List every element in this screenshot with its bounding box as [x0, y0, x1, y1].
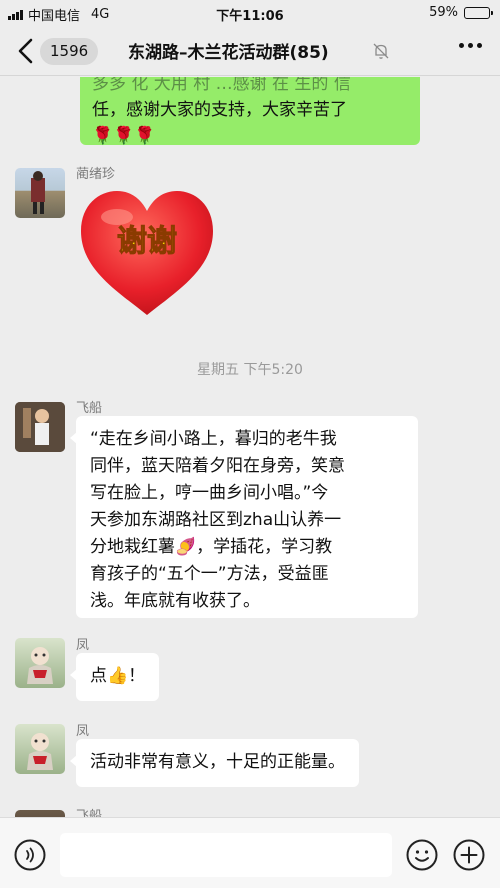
avatar-feichuan[interactable] [15, 810, 65, 817]
unread-count-badge[interactable]: 1596 [40, 38, 99, 65]
message-bubble[interactable]: “走在乡间小路上，暮归的老牛我 同伴，蓝天陪着夕阳在身旁，笑意 写在脸上，哼一曲… [70, 416, 418, 618]
message-line: “走在乡间小路上，暮归的老牛我 [90, 429, 337, 449]
more-options-button[interactable] [459, 43, 482, 48]
mute-bell-icon [373, 43, 389, 59]
clock: 下午11:06 [216, 9, 284, 24]
message-bubble[interactable]: 活动非常有意义，十足的正能量。 [70, 739, 359, 787]
thanks-heart-sticker[interactable]: 谢谢 [77, 187, 217, 319]
message-line: 分地栽红薯🍠，学插花，学习教 [90, 537, 333, 557]
message-list[interactable]: 多多 化 大用 村 …感谢 在 生的 信 任，感谢大家的支持，大家辛苦了 🌹🌹🌹… [0, 77, 500, 817]
emoji-icon[interactable] [406, 839, 438, 871]
input-bar [0, 817, 500, 888]
rose-emojis: 🌹🌹🌹 [92, 126, 156, 145]
avatar-feichuan[interactable] [15, 402, 65, 452]
chat-title: 东湖路–木兰花活动群(85) [128, 43, 329, 63]
sender-name: 凤 [76, 724, 90, 739]
avatar-lin[interactable] [15, 168, 65, 218]
avatar-feng[interactable] [15, 638, 65, 688]
voice-icon[interactable] [14, 839, 46, 871]
message-line: 浅。年底就有收获了。 [90, 591, 260, 611]
sticker-text: 谢谢 [117, 224, 177, 259]
message-line: 天参加东湖路社区到zha山认养一 [90, 510, 342, 530]
outgoing-message-bubble[interactable]: 多多 化 大用 村 …感谢 在 生的 信 任，感谢大家的支持，大家辛苦了 🌹🌹🌹 [80, 77, 420, 145]
status-bar: 中国电信 4G 下午11:06 59% [0, 0, 500, 26]
sender-name: 凤 [76, 638, 90, 653]
time-divider: 星期五 下午5:20 [197, 362, 303, 378]
chat-header: 1596 东湖路–木兰花活动群(85) [0, 26, 500, 76]
sender-name: 飞船 [76, 809, 103, 817]
back-arrow-icon[interactable] [14, 38, 38, 64]
message-bubble[interactable]: 点👍！ [69, 653, 160, 701]
battery-percent: 59% [429, 5, 458, 20]
message-input[interactable] [60, 833, 392, 877]
sender-name: 飞船 [76, 401, 103, 416]
plus-icon[interactable] [453, 839, 485, 871]
message-line: 育孩子的“五个一”方法，受益匪 [90, 564, 329, 584]
sender-name: 蔺绪珍 [76, 167, 116, 182]
message-line: 写在脸上，哼一曲乡间小唱。”今 [90, 483, 329, 503]
battery-icon [464, 6, 493, 19]
message-line: 多多 化 大用 村 …感谢 在 生的 信 [92, 77, 351, 94]
message-text: 点👍！ [90, 666, 146, 686]
message-text: 活动非常有意义，十足的正能量。 [90, 752, 345, 772]
avatar-feng[interactable] [15, 724, 65, 774]
message-line: 同伴，蓝天陪着夕阳在身旁，笑意 [90, 456, 345, 476]
message-line: 任，感谢大家的支持，大家辛苦了 [92, 100, 347, 120]
